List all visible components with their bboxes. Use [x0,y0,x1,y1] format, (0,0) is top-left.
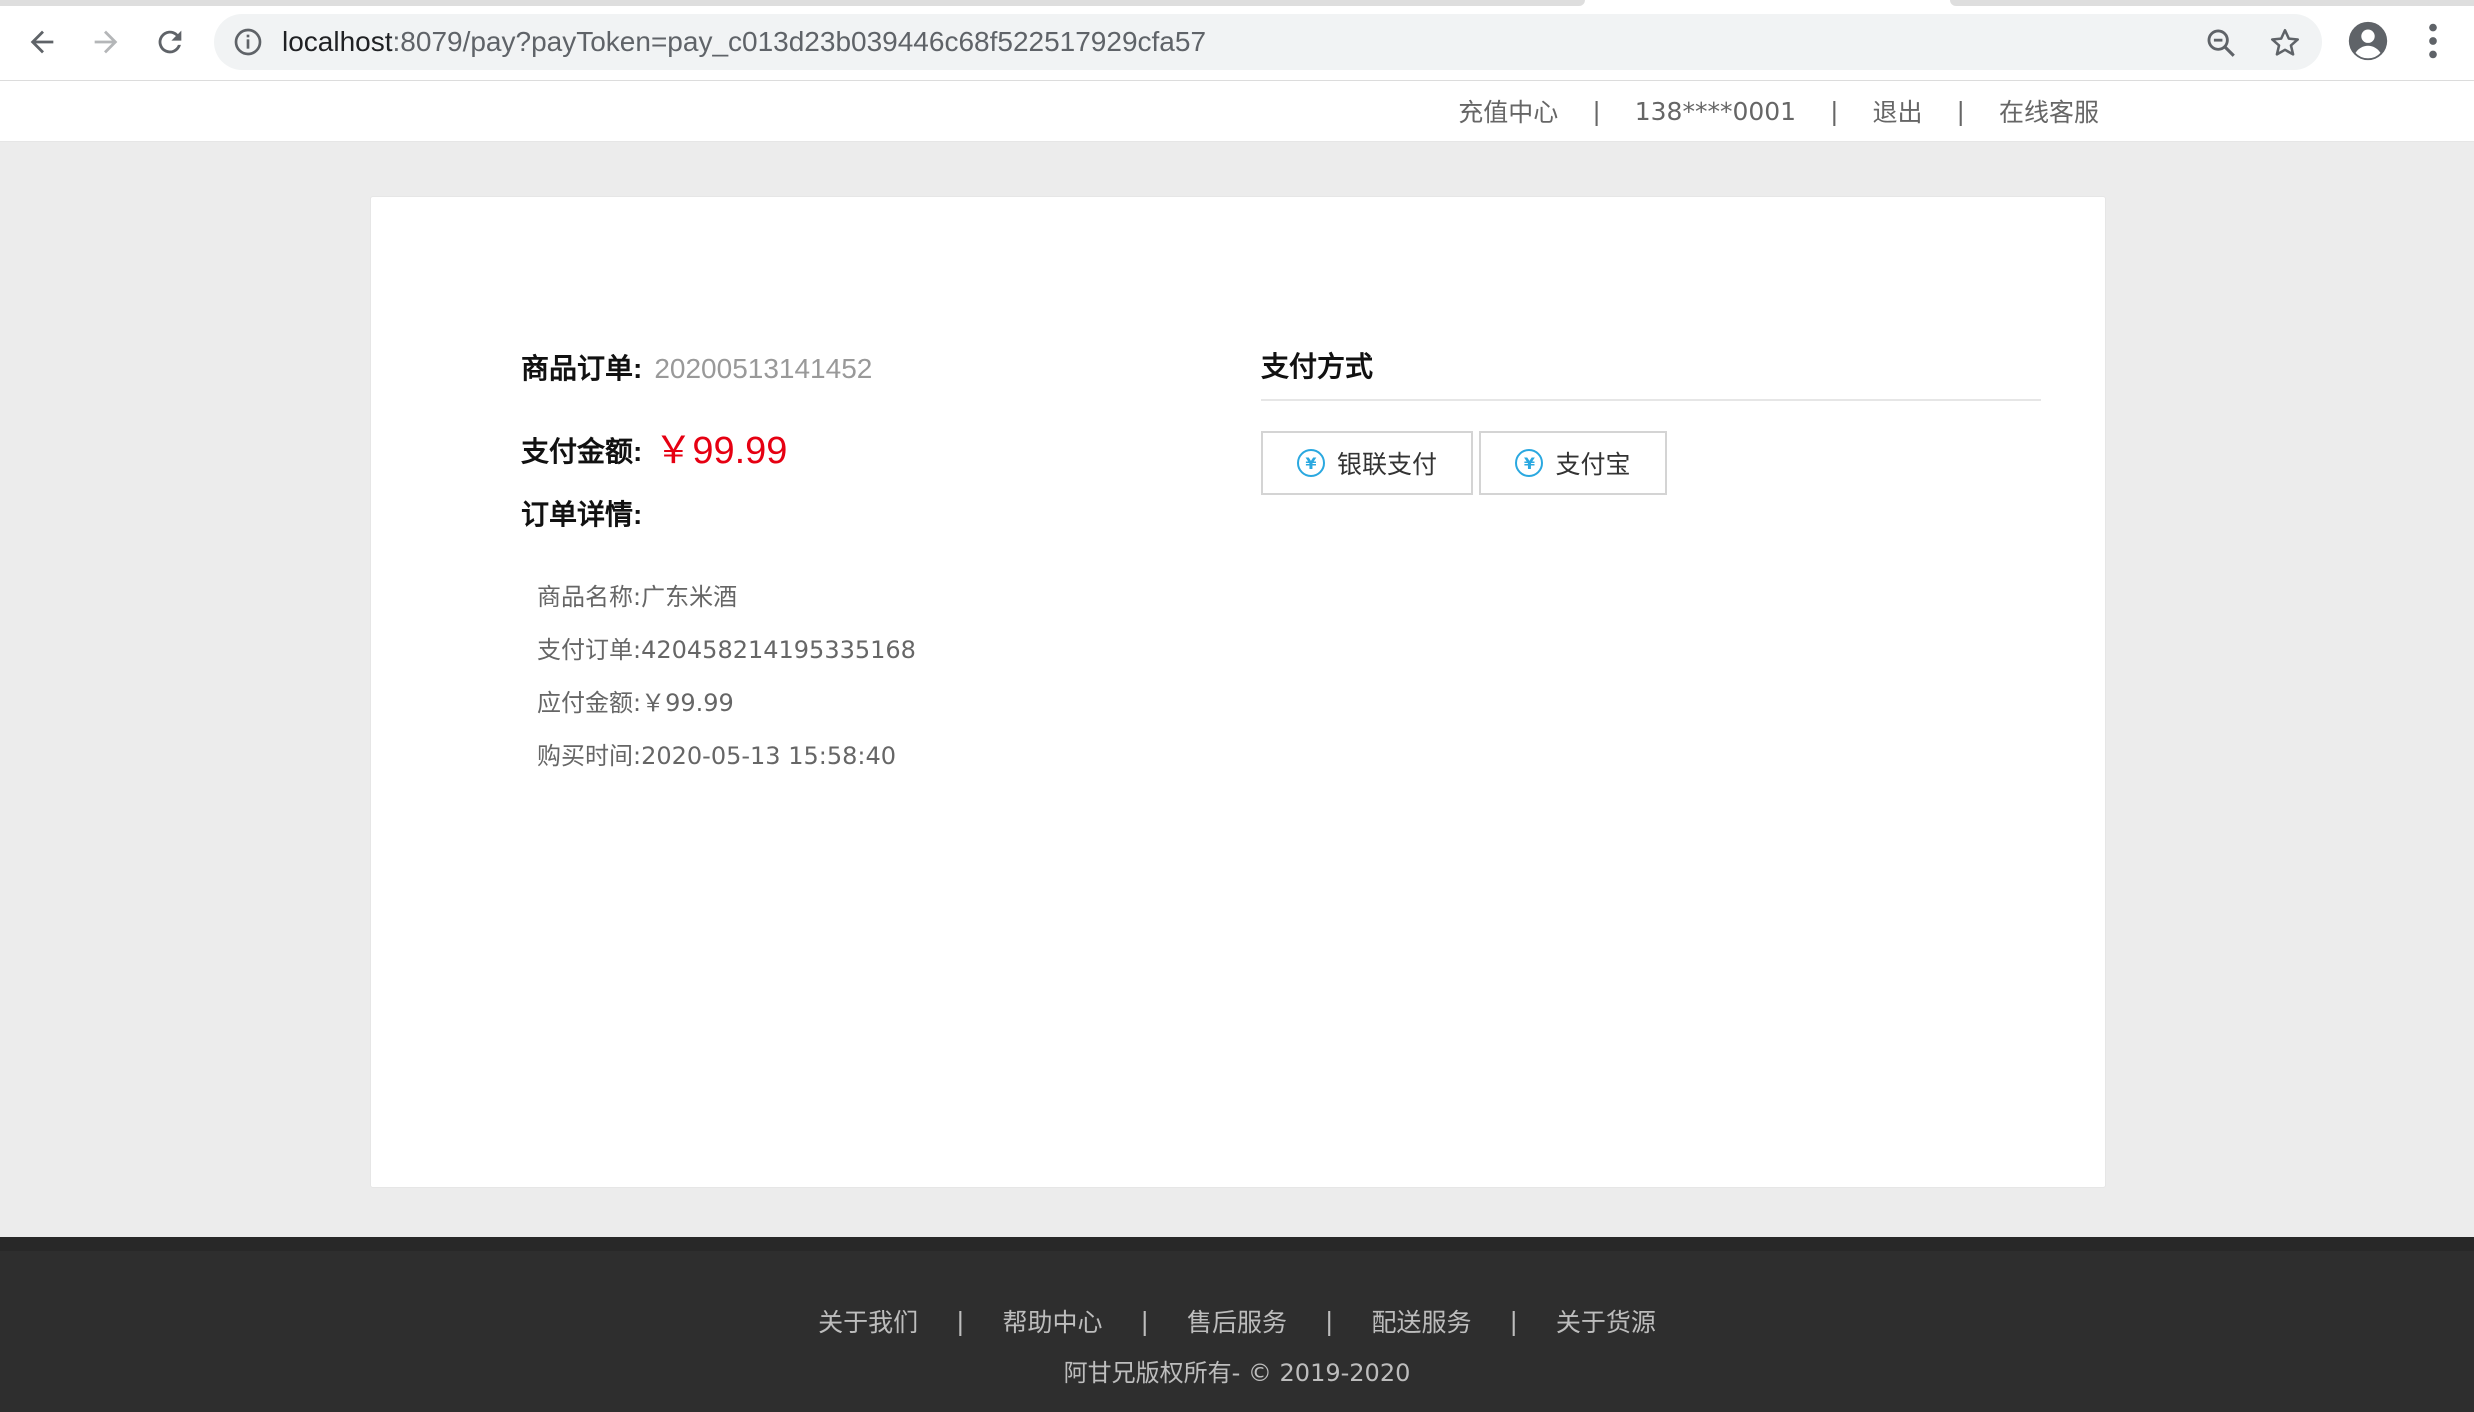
account-icon[interactable] [2345,18,2391,64]
logout-link[interactable]: 退出 [1869,93,1927,129]
footer-link-about[interactable]: 关于我们 [818,1303,918,1339]
tab-strip-edge-right [1950,0,2474,6]
user-phone-link[interactable]: 138****0001 [1631,97,1800,126]
url-text[interactable]: localhost:8079/pay?payToken=pay_c013d23b… [282,14,1206,70]
detail-key: 应付金额: [537,689,642,717]
tab-strip-edge [0,0,1585,6]
footer-separator: | [1509,1306,1518,1336]
site-top-bar: 充值中心 | 138****0001 | 退出 | 在线客服 [0,81,2474,142]
forward-button[interactable] [82,18,130,66]
footer-separator: | [1325,1306,1334,1336]
yen-circle-icon: ¥ [1296,449,1325,477]
payment-amount-label: 支付金额: [521,436,643,467]
forward-arrow-icon [94,30,118,54]
yen-circle-icon: ¥ [1515,449,1544,477]
zoom-out-icon[interactable] [2204,26,2238,60]
order-number-value: 20200513141452 [654,353,873,384]
back-button[interactable] [18,18,66,66]
detail-item-pay-order: 支付订单:420458214195335168 [537,630,916,683]
top-separator: | [1956,96,1965,126]
unionpay-label: 银联支付 [1336,450,1437,479]
footer-link-help[interactable]: 帮助中心 [1003,1303,1103,1339]
footer-link-source[interactable]: 关于货源 [1556,1303,1656,1339]
more-vert-icon[interactable] [2410,18,2456,64]
footer-link-delivery[interactable]: 配送服务 [1371,1303,1471,1339]
online-service-link[interactable]: 在线客服 [1995,93,2103,129]
detail-value: 广东米酒 [641,583,738,611]
order-detail-title: 订单详情: [521,499,643,530]
footer-links: 关于我们 | 帮助中心 | 售后服务 | 配送服务 | 关于货源 [0,1303,2474,1339]
order-detail-list: 商品名称:广东米酒 支付订单:420458214195335168 应付金额:￥… [537,577,916,789]
detail-key: 购买时间: [537,742,642,770]
order-number-label: 商品订单: [521,353,643,384]
payment-card: 商品订单: 20200513141452 支付金额: ￥99.99 订单详情: 商品… [370,196,2106,1188]
detail-value: 2020-05-13 15:58:40 [641,742,896,770]
recharge-center-link[interactable]: 充值中心 [1454,93,1562,129]
detail-value: ￥99.99 [641,689,734,717]
order-number-row: 商品订单: 20200513141452 [521,347,872,387]
unionpay-button[interactable]: ¥ 银联支付 [1261,431,1473,495]
site-footer: 关于我们 | 帮助中心 | 售后服务 | 配送服务 | 关于货源 阿甘兄版权所有… [0,1237,2474,1412]
top-separator: | [1830,96,1839,126]
address-bar[interactable]: localhost:8079/pay?payToken=pay_c013d23b… [214,14,2322,70]
payment-amount-row: 支付金额: ￥99.99 [521,419,787,474]
detail-key: 支付订单: [537,636,642,664]
payment-method-divider [1261,399,2041,401]
top-separator: | [1592,96,1601,126]
detail-item-product: 商品名称:广东米酒 [537,577,916,630]
top-links: 充值中心 | 138****0001 | 退出 | 在线客服 [1454,81,2103,141]
payment-amount-value: ￥99.99 [654,430,788,472]
reload-icon [158,30,182,54]
copyright-text: 阿甘兄版权所有- © 2019-2020 [1063,1359,1411,1387]
info-icon[interactable] [232,26,264,58]
alipay-button[interactable]: ¥ 支付宝 [1479,431,1667,495]
payment-method-title: 支付方式 [1261,351,1374,382]
url-host: localhost [282,26,393,57]
alipay-label: 支付宝 [1555,450,1631,479]
footer-separator: | [1140,1306,1149,1336]
footer-separator: | [956,1306,965,1336]
reload-button[interactable] [146,18,194,66]
detail-item-purchase-time: 购买时间:2020-05-13 15:58:40 [537,736,916,789]
url-path: :8079/pay?payToken=pay_c013d23b039446c68… [392,26,1207,57]
detail-key: 商品名称: [537,583,642,611]
back-arrow-icon [30,30,54,54]
footer-link-after-sales[interactable]: 售后服务 [1187,1303,1287,1339]
star-icon[interactable] [2268,26,2302,60]
detail-item-due-amount: 应付金额:￥99.99 [537,683,916,736]
browser-toolbar: localhost:8079/pay?payToken=pay_c013d23b… [0,0,2474,81]
detail-value: 420458214195335168 [641,636,916,664]
